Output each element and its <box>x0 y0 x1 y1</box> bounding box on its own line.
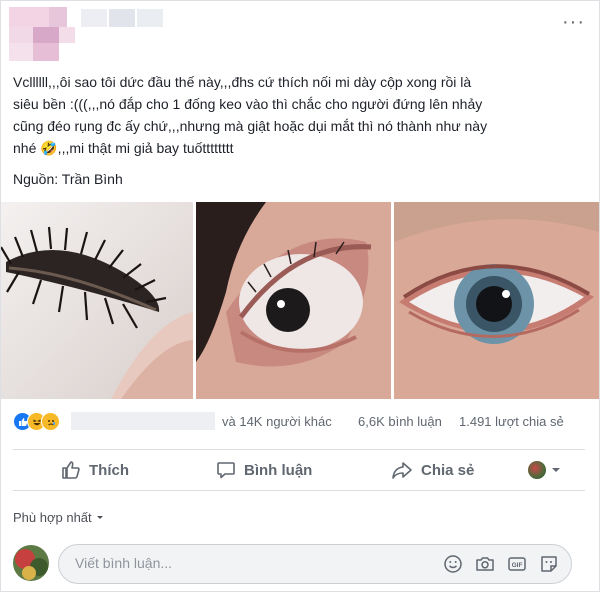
blur-block <box>59 27 75 43</box>
blur-block <box>109 9 135 27</box>
emoji-icon[interactable] <box>443 554 463 574</box>
comment-sort-label: Phù hợp nhất <box>13 510 92 525</box>
like-button-label: Thích <box>89 461 129 479</box>
post-text-line: Vcllllll,,,ôi sao tôi dức đầu thế này,,,… <box>13 74 472 90</box>
eye-open-image <box>394 202 599 399</box>
blur-block <box>9 43 33 61</box>
blur-block <box>33 27 59 43</box>
comment-count[interactable]: 6,6K bình luận <box>358 414 442 429</box>
like-button[interactable]: Thích <box>61 450 129 490</box>
blur-block <box>137 9 163 27</box>
camera-icon[interactable] <box>475 554 495 574</box>
comment-sort-dropdown[interactable]: Phù hợp nhất <box>13 510 105 525</box>
post-text-line: siêu bền :(((,,,nó đắp cho 1 đống keo và… <box>13 96 483 112</box>
photo-grid <box>1 202 599 399</box>
avatar[interactable] <box>13 545 49 581</box>
comment-input[interactable] <box>73 554 437 572</box>
photo-eyelash[interactable] <box>1 202 193 399</box>
chevron-down-icon <box>552 468 560 472</box>
svg-text:GIF: GIF <box>512 562 523 569</box>
share-button-label: Chia sẻ <box>421 461 475 479</box>
comment-input-box: GIF <box>58 544 572 584</box>
post-options-button[interactable]: ··· <box>562 11 585 34</box>
blur-block <box>9 7 49 27</box>
comment-icon <box>217 462 235 479</box>
sad-reaction-icon[interactable] <box>41 412 60 431</box>
reaction-others-count[interactable]: và 14K người khác <box>222 414 332 429</box>
blur-block <box>33 43 59 61</box>
reaction-audience-selector[interactable] <box>528 450 562 490</box>
like-icon <box>62 461 80 479</box>
post-action-bar: Thích Bình luận Chia sẻ <box>13 449 585 491</box>
blurred-author-header <box>9 7 179 63</box>
eyelash-photo-image <box>1 202 193 399</box>
sticker-icon[interactable] <box>539 554 559 574</box>
comment-button-label: Bình luận <box>244 461 313 479</box>
user-avatar-image <box>13 545 49 581</box>
reaction-summary: và 14K người khác 6,6K bình luận 1.491 l… <box>13 412 583 432</box>
post-card: ··· Vcllllll,,,ôi sao tôi dức đầu thế nà… <box>0 0 600 592</box>
eye-closeup-image <box>196 202 391 399</box>
share-icon <box>392 462 412 479</box>
comment-button[interactable]: Bình luận <box>216 450 312 490</box>
blur-block <box>9 27 33 43</box>
chevron-down-icon <box>97 516 104 519</box>
share-count[interactable]: 1.491 lượt chia sẻ <box>459 414 564 429</box>
photo-eye-open[interactable] <box>394 202 599 399</box>
page-avatar-small <box>528 461 546 479</box>
post-text: Vcllllll,,,ôi sao tôi dức đầu thế này,,,… <box>13 71 578 159</box>
blur-block <box>81 9 107 27</box>
photo-eye-closeup[interactable] <box>196 202 391 399</box>
post-source: Nguồn: Trần Bình <box>13 171 123 187</box>
blurred-names <box>71 412 215 430</box>
blur-block <box>49 7 67 27</box>
comment-composer: GIF <box>13 541 585 585</box>
post-text-line: cũng đéo rụng đc ấy chứ,,,nhưng mà giật … <box>13 118 488 134</box>
post-text-line: nhé 🤣,,,mi thật mi giả bay tuốtttttttt <box>13 140 234 156</box>
share-button[interactable]: Chia sẻ <box>391 450 474 490</box>
gif-icon[interactable]: GIF <box>507 554 527 574</box>
